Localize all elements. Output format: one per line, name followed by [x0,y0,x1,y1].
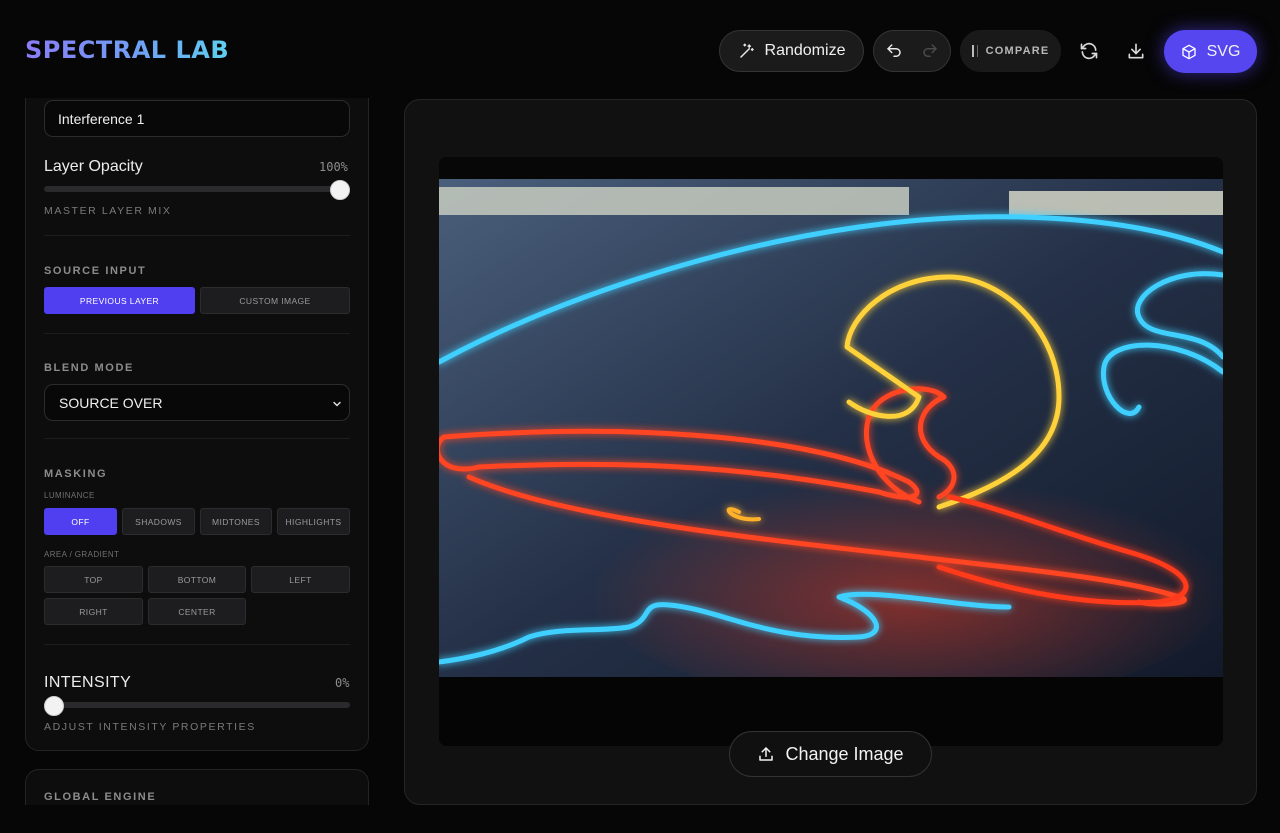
luminance-shadows-button[interactable]: SHADOWS [122,508,195,535]
area-right-button[interactable]: RIGHT [44,598,143,625]
source-custom-image-button[interactable]: CUSTOM IMAGE [200,287,350,314]
luminance-highlights-button[interactable]: HIGHLIGHTS [277,508,350,535]
refresh-icon [1079,41,1099,61]
upload-icon [757,745,775,763]
compare-label: COMPARE [985,45,1050,57]
intensity-handle[interactable] [44,696,64,716]
area-center-button[interactable]: CENTER [148,598,246,625]
intensity-subtitle: ADJUST INTENSITY PROPERTIES [44,721,256,733]
randomize-label: Randomize [764,42,846,59]
chevron-down-icon [331,397,343,409]
intensity-value: 0% [335,676,350,690]
export-label: SVG [1206,42,1241,60]
blend-mode-value: SOURCE OVER [59,394,163,411]
luminance-midtones-button[interactable]: MIDTONES [200,508,272,535]
bottom-backdrop [0,805,400,833]
source-previous-layer-button[interactable]: PREVIOUS LAYER [44,287,195,314]
section-divider [44,438,350,439]
layer-name-field[interactable]: Interference 1 [44,100,350,137]
compare-split-icon [971,45,978,57]
redo-icon[interactable] [921,42,939,60]
source-input-heading: SOURCE INPUT [44,265,147,277]
area-top-button[interactable]: TOP [44,566,143,593]
layer-opacity-subtitle: MASTER LAYER MIX [44,205,172,217]
area-left-button[interactable]: LEFT [251,566,350,593]
layer-opacity-value: 100% [319,160,348,174]
section-divider [44,644,350,645]
intensity-track[interactable] [44,702,350,708]
intensity-label: INTENSITY [44,674,132,691]
section-divider [44,235,350,236]
neon-artwork-preview[interactable] [439,157,1223,746]
layer-opacity-track[interactable] [44,186,350,192]
luminance-off-button[interactable]: OFF [44,508,117,535]
blend-mode-select[interactable]: SOURCE OVER [44,384,350,421]
undo-icon[interactable] [885,42,903,60]
change-image-button[interactable]: Change Image [729,731,932,777]
layer-opacity-label: Layer Opacity [44,158,143,175]
cube-icon [1181,44,1197,60]
download-button[interactable] [1116,30,1156,72]
layer-opacity-handle[interactable] [330,180,350,200]
luminance-label: LUMINANCE [44,491,95,500]
app-logo-overlay: SPECTRAL LAB [25,36,230,64]
section-divider [44,333,350,334]
area-bottom-button[interactable]: BOTTOM [148,566,246,593]
blend-mode-heading: BLEND MODE [44,362,134,374]
masking-heading: MASKING [44,468,108,480]
download-icon [1126,41,1146,61]
change-image-label: Change Image [785,743,904,764]
export-svg-button[interactable]: SVG [1164,30,1257,73]
history-group [873,30,951,72]
compare-button[interactable]: COMPARE [960,30,1061,72]
neon-image [439,157,1223,746]
global-engine-heading: GLOBAL ENGINE [44,791,157,803]
randomize-button[interactable]: Randomize [719,30,864,72]
refresh-button[interactable] [1069,30,1109,72]
area-gradient-label: AREA / GRADIENT [44,550,120,559]
magic-wand-icon [738,42,756,60]
